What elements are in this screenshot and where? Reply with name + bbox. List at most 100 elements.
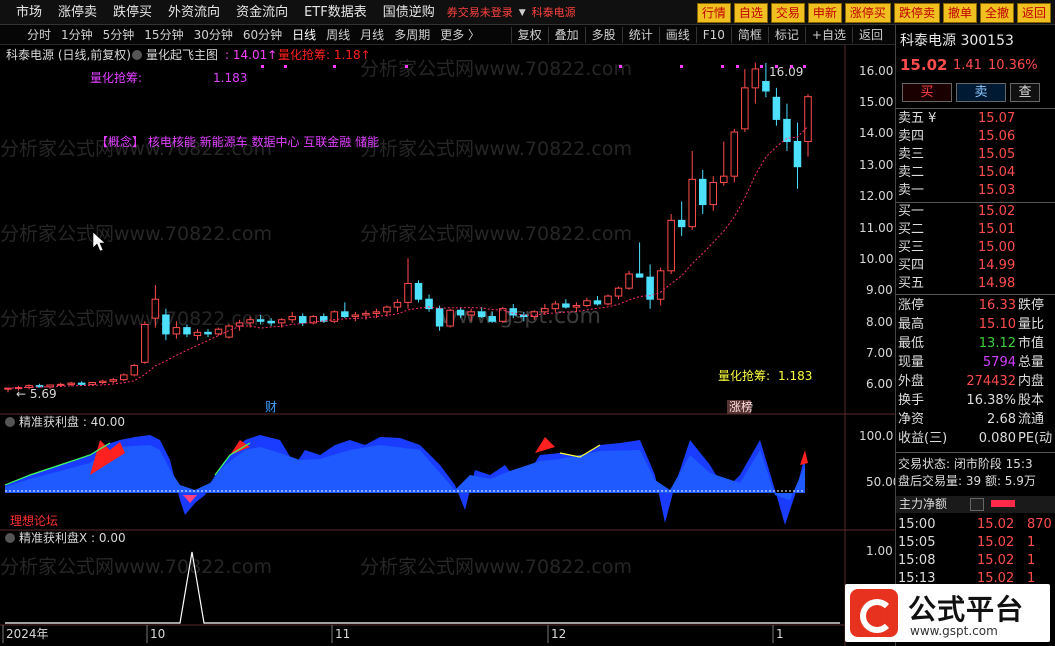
tool-add-watchlist[interactable]: +自选 xyxy=(804,27,852,43)
tab-daily[interactable]: 日线 xyxy=(287,27,321,43)
price-tick: 10.00 xyxy=(859,252,893,266)
tab-multi-period[interactable]: 多周期 xyxy=(389,27,435,43)
chart-area[interactable]: 分析家公式网www.70822.com 分析家公式网www.70822.com … xyxy=(0,45,895,646)
stat-label: 最高 xyxy=(898,317,925,332)
quote-button[interactable]: 行情 xyxy=(696,3,731,23)
tab-5min[interactable]: 5分钟 xyxy=(98,27,140,43)
bid-row[interactable]: 买四 14.99 xyxy=(896,257,1055,275)
tool-stats[interactable]: 统计 xyxy=(621,27,659,43)
bid-row[interactable]: 买五 14.98 xyxy=(896,275,1055,293)
bid-row[interactable]: 买三 15.00 xyxy=(896,239,1055,257)
sell-button[interactable]: 卖 xyxy=(956,83,1006,102)
stats-table: 涨停 16.33 跌停 最高 15.10 量比 最低 13.12 市值 现量 5794 总量 外… xyxy=(896,296,1055,448)
candle-body xyxy=(130,364,139,376)
stock-name: 科泰电源 300153 xyxy=(900,30,1014,50)
tab-30min[interactable]: 30分钟 xyxy=(189,27,238,43)
tool-draw-line[interactable]: 画线 xyxy=(658,27,696,43)
tab-timeshare[interactable]: 分时 xyxy=(22,27,56,43)
tool-simple-frame[interactable]: 简框 xyxy=(730,27,768,43)
limit-up-buy-button[interactable]: 涨停买 xyxy=(844,3,891,23)
candle-body xyxy=(772,96,781,120)
menu-bond-repo[interactable]: 国债逆购 xyxy=(375,3,443,23)
brand-name: 公式平台 xyxy=(908,593,1025,626)
limit-down-sell-button[interactable]: 跌停卖 xyxy=(893,3,940,23)
tab-1min[interactable]: 1分钟 xyxy=(56,27,98,43)
stat-value: 0.080 xyxy=(978,431,1016,446)
bid-price: 15.00 xyxy=(978,240,1016,255)
candle-body xyxy=(120,374,128,381)
tool-f10[interactable]: F10 xyxy=(695,27,731,43)
price-tick: 15.00 xyxy=(859,95,893,109)
candle-body xyxy=(4,387,12,390)
sub2-title[interactable]: 精准获利盘X : 0.00 xyxy=(19,530,126,545)
candle-body xyxy=(583,300,591,307)
ask-label: 卖四 xyxy=(898,129,925,144)
buy-button[interactable]: 买 xyxy=(902,83,952,102)
after-hours-volume: 盘后交易量: 39 额: 5.9万 xyxy=(898,474,1036,488)
finance-tag[interactable]: 财 xyxy=(265,400,277,414)
cancel-order-button[interactable]: 撤单 xyxy=(942,3,977,23)
menu-limit-up-sell[interactable]: 涨停卖 xyxy=(50,3,105,23)
tool-adjust[interactable]: 复权 xyxy=(510,27,548,43)
candle-body xyxy=(604,295,612,305)
settings-icon[interactable] xyxy=(132,50,142,60)
candle-body xyxy=(446,309,454,327)
tool-back[interactable]: 返回 xyxy=(851,27,889,43)
bid-row[interactable]: 买一 15.02 xyxy=(896,203,1055,221)
main-indicator-value2: 量化抢筹: 1.18↑ xyxy=(278,47,371,62)
stat-value: 13.12 xyxy=(978,336,1016,351)
ask-row[interactable]: 卖一 15.03 xyxy=(896,182,1055,200)
back-button[interactable]: 返回 xyxy=(1016,3,1051,23)
zhangbang-tag[interactable]: 涨榜 xyxy=(729,399,753,414)
tool-overlay[interactable]: 叠加 xyxy=(547,27,585,43)
ask-row[interactable]: 卖三 15.05 xyxy=(896,146,1055,164)
bid-book: 买一 15.02 买二 15.01 买三 15.00 买四 14.99 买五 14.98 xyxy=(896,203,1055,293)
tab-60min[interactable]: 60分钟 xyxy=(238,27,287,43)
chevron-down-icon[interactable]: ▼ xyxy=(517,3,528,23)
stat-label: 流通 xyxy=(1018,412,1045,427)
watchlist-button[interactable]: 自选 xyxy=(733,3,768,23)
query-button[interactable]: 查 xyxy=(1010,83,1040,102)
menu-limit-down-buy[interactable]: 跌停买 xyxy=(105,3,160,23)
ask-row[interactable]: 卖五 ¥ 15.07 xyxy=(896,110,1055,128)
bid-row[interactable]: 买二 15.01 xyxy=(896,221,1055,239)
tool-mark[interactable]: 标记 xyxy=(767,27,805,43)
candle-body xyxy=(751,68,760,89)
menu-foreign-flow[interactable]: 外资流向 xyxy=(160,3,228,23)
sub2-tick: 1.00 xyxy=(866,544,893,558)
ask-price: 15.04 xyxy=(978,165,1016,180)
tick-row: 15:00 15.02 870 xyxy=(896,516,1055,534)
tool-multi-stock[interactable]: 多股 xyxy=(584,27,622,43)
tick-volume: 870 xyxy=(1027,517,1052,532)
menu-fund-flow[interactable]: 资金流向 xyxy=(228,3,296,23)
candle-body xyxy=(667,219,675,272)
stat-label: 现量 xyxy=(898,355,925,370)
settings-icon[interactable] xyxy=(5,533,15,543)
cancel-all-button[interactable]: 全撤 xyxy=(979,3,1014,23)
ask-row[interactable]: 卖二 15.04 xyxy=(896,164,1055,182)
login-warning[interactable]: 券交易未登录 xyxy=(443,3,517,23)
candle-body xyxy=(720,175,728,183)
brand-logo: 公式平台 www.gspt.com xyxy=(845,584,1050,642)
ask-row[interactable]: 卖四 15.06 xyxy=(896,128,1055,146)
time-tick: 1 xyxy=(776,627,784,641)
tab-weekly[interactable]: 周线 xyxy=(321,27,355,43)
sub1-title[interactable]: 精准获利盘 : 40.00 xyxy=(19,414,125,429)
ipo-button[interactable]: 申新 xyxy=(807,3,842,23)
tab-monthly[interactable]: 月线 xyxy=(355,27,389,43)
menu-etf-table[interactable]: ETF数据表 xyxy=(296,3,375,23)
tab-more[interactable]: 更多 〉 xyxy=(435,27,485,43)
flow-toggle-button[interactable] xyxy=(970,498,984,511)
watermark: 分析家公式网www.70822.com xyxy=(0,556,272,578)
bid-label: 买四 xyxy=(898,258,925,273)
trade-button[interactable]: 交易 xyxy=(770,3,805,23)
tab-15min[interactable]: 15分钟 xyxy=(139,27,188,43)
menu-market[interactable]: 市场 xyxy=(8,3,50,23)
quick-buttons: 行情 自选 交易 申新 涨停买 跌停卖 撤单 全撤 返回 xyxy=(696,3,1051,23)
chart-tools: 复权 叠加 多股 统计 画线 F10 简框 标记 +自选 返回 xyxy=(510,27,889,43)
ask-label: 卖二 xyxy=(898,165,925,180)
settings-icon[interactable] xyxy=(5,417,15,427)
candle-body xyxy=(414,282,423,300)
main-indicator-name[interactable]: 量化起飞主图 xyxy=(146,48,218,62)
top-menu-bar: 市场 涨停卖 跌停买 外资流向 资金流向 ETF数据表 国债逆购 券交易未登录 … xyxy=(0,0,1055,25)
